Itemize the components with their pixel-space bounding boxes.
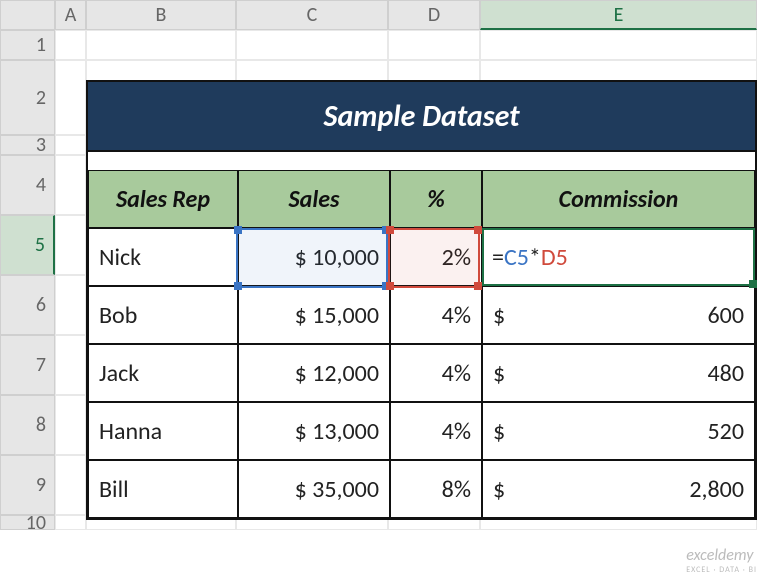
header-rep[interactable]: Sales Rep <box>88 170 238 228</box>
row-header-9[interactable]: 9 <box>0 455 55 515</box>
row-header-3[interactable]: 3 <box>0 135 55 155</box>
cell-comm[interactable]: $2,800 <box>482 460 755 518</box>
comm-value: 520 <box>505 417 744 446</box>
cell-comm[interactable]: $520 <box>482 402 755 460</box>
data-table: Sales Rep Sales % Commission Nick $ 10,0… <box>88 170 755 518</box>
cell-pct[interactable]: 4% <box>390 344 482 402</box>
cell-sales[interactable]: $ 10,000 <box>238 228 390 286</box>
cell-sales[interactable]: $ 35,000 <box>238 460 390 518</box>
cell-rep[interactable]: Bob <box>88 286 238 344</box>
col-header-d[interactable]: D <box>388 0 480 30</box>
watermark: exceldemy EXCEL · DATA · BI <box>686 546 757 575</box>
formula-op: * <box>529 243 541 272</box>
cell[interactable] <box>55 155 86 215</box>
select-all-corner[interactable] <box>0 0 55 30</box>
cell-pct[interactable]: 8% <box>390 460 482 518</box>
col-header-b[interactable]: B <box>86 0 236 30</box>
currency-symbol: $ <box>493 475 505 504</box>
comm-value: 600 <box>505 301 744 330</box>
cell-sales[interactable]: $ 13,000 <box>238 402 390 460</box>
cell-rep[interactable]: Bill <box>88 460 238 518</box>
comm-value: 480 <box>505 359 744 388</box>
cell[interactable] <box>55 135 86 155</box>
formula-eq: = <box>492 243 504 272</box>
header-comm[interactable]: Commission <box>482 170 755 228</box>
currency-symbol: $ <box>493 301 505 330</box>
cell[interactable] <box>236 30 388 60</box>
cell[interactable] <box>55 30 86 60</box>
col-header-a[interactable]: A <box>55 0 86 30</box>
header-pct[interactable]: % <box>390 170 482 228</box>
cell-formula-e5[interactable]: =C5*D5 <box>482 228 755 286</box>
row-header-2[interactable]: 2 <box>0 60 55 135</box>
cell[interactable] <box>55 395 86 455</box>
cell[interactable] <box>55 215 86 275</box>
cell-pct[interactable]: 4% <box>390 402 482 460</box>
comm-value: 2,800 <box>505 475 744 504</box>
cell-sales[interactable]: $ 12,000 <box>238 344 390 402</box>
dataset-title: Sample Dataset <box>88 82 755 152</box>
cell[interactable] <box>55 455 86 515</box>
cell-pct[interactable]: 4% <box>390 286 482 344</box>
row-header-8[interactable]: 8 <box>0 395 55 455</box>
cell[interactable] <box>55 335 86 395</box>
cell[interactable] <box>480 30 757 60</box>
cell[interactable] <box>86 30 236 60</box>
col-header-e[interactable]: E <box>480 0 757 30</box>
watermark-tag: EXCEL · DATA · BI <box>686 565 757 575</box>
row-header-6[interactable]: 6 <box>0 275 55 335</box>
row-header-5[interactable]: 5 <box>0 215 55 275</box>
currency-symbol: $ <box>493 359 505 388</box>
row-header-1[interactable]: 1 <box>0 30 55 60</box>
data-region: Sample Dataset Sales Rep Sales % Commiss… <box>86 80 757 520</box>
col-header-c[interactable]: C <box>236 0 388 30</box>
currency-symbol: $ <box>493 417 505 446</box>
row-header-10[interactable]: 10 <box>0 515 55 530</box>
formula-ref-c5: C5 <box>504 243 529 272</box>
cell-rep[interactable]: Jack <box>88 344 238 402</box>
header-sales[interactable]: Sales <box>238 170 390 228</box>
cell-pct[interactable]: 2% <box>390 228 482 286</box>
cell-rep[interactable]: Nick <box>88 228 238 286</box>
cell[interactable] <box>55 275 86 335</box>
cell[interactable] <box>388 30 480 60</box>
cell[interactable] <box>55 515 86 530</box>
cell-comm[interactable]: $600 <box>482 286 755 344</box>
row-header-7[interactable]: 7 <box>0 335 55 395</box>
formula-ref-d5: D5 <box>541 243 568 272</box>
row-header-4[interactable]: 4 <box>0 155 55 215</box>
watermark-brand: exceldemy <box>686 546 753 565</box>
cell-comm[interactable]: $480 <box>482 344 755 402</box>
cell-sales[interactable]: $ 15,000 <box>238 286 390 344</box>
cell[interactable] <box>55 60 86 135</box>
cell-rep[interactable]: Hanna <box>88 402 238 460</box>
